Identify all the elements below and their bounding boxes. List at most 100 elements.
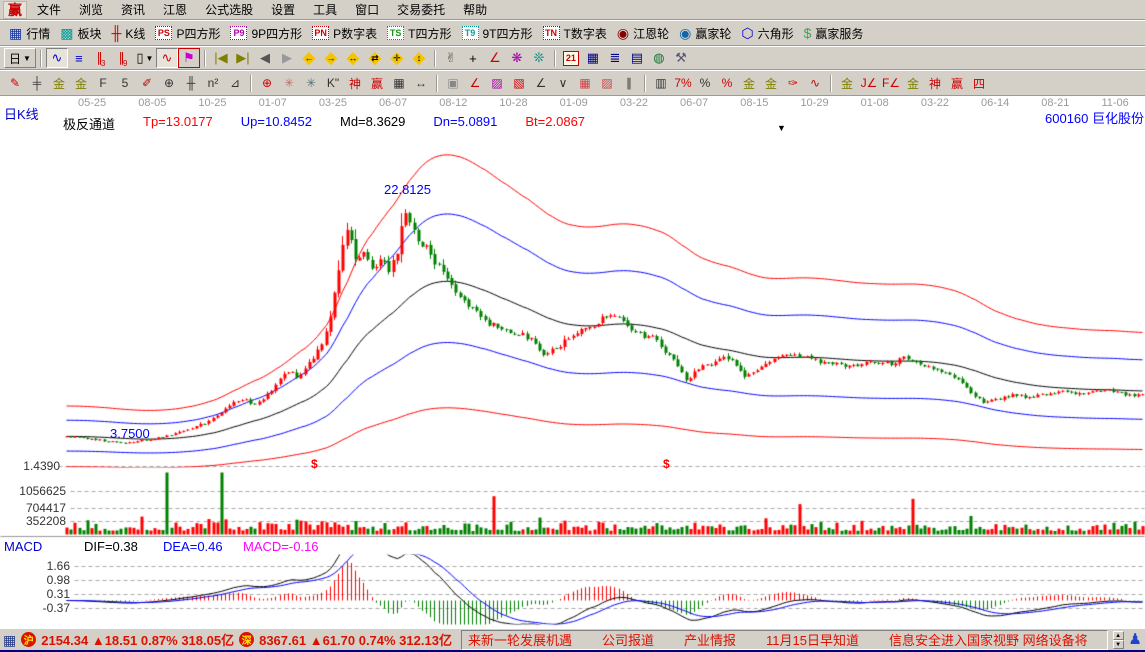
diamond-4way-button[interactable]: ◆✛ — [386, 48, 408, 68]
pen-ruler-tool[interactable]: ✐ — [136, 73, 158, 93]
circle-ruler-tool[interactable]: ⊕ — [158, 73, 180, 93]
menu-item-2[interactable]: 资讯 — [112, 0, 154, 19]
k-quote-tool[interactable]: K" — [322, 73, 344, 93]
f-fan-tool[interactable]: F∠ — [880, 73, 902, 93]
shanghai-index-icon[interactable]: 沪 — [21, 632, 36, 647]
gold-ruler-2-tool[interactable]: 金 — [70, 73, 92, 93]
shen-ruler-tool[interactable]: 神 — [344, 73, 366, 93]
t-number-table-button[interactable]: TNT数字表 — [538, 23, 612, 44]
diamond-vmove-button[interactable]: ◆↕ — [408, 48, 430, 68]
ruler-tool[interactable]: ╪ — [26, 73, 48, 93]
next-bar-button[interactable]: ▶ — [276, 48, 298, 68]
first-bar-button[interactable]: |◀ — [210, 48, 232, 68]
hexagon-button[interactable]: ⬡六角形 — [736, 23, 798, 44]
gold-line-tool[interactable]: 金 — [760, 73, 782, 93]
menu-item-9[interactable]: 帮助 — [454, 0, 496, 19]
t-square-button[interactable]: TST四方形 — [382, 23, 456, 44]
info-note-button[interactable]: ≡ — [68, 48, 90, 68]
v-dotted-tool[interactable]: ∨ — [552, 73, 574, 93]
9t-square-button[interactable]: T99T四方形 — [457, 23, 538, 44]
stock-code-name[interactable]: 600160 巨化股份 — [1045, 108, 1144, 127]
hand-tool-button[interactable]: ✌ — [440, 48, 462, 68]
pen-tool[interactable]: ✎ — [4, 73, 26, 93]
gold-ruler-1-tool[interactable]: 金 — [48, 73, 70, 93]
news-link-1[interactable]: 公司报道 — [602, 630, 654, 649]
square-box-tool[interactable]: ▣ — [442, 73, 464, 93]
menu-item-3[interactable]: 江恩 — [154, 0, 196, 19]
four-fan-tool[interactable]: 四 — [968, 73, 990, 93]
dark-web-tool[interactable]: ✳ — [300, 73, 322, 93]
j-fan-tool[interactable]: J∠ — [858, 73, 880, 93]
line-fan-tool[interactable]: ∠ — [530, 73, 552, 93]
mirror-angle-tool[interactable]: ⊿ — [224, 73, 246, 93]
angle-measure-button[interactable]: ∠ — [484, 48, 506, 68]
gold-circle-tool[interactable]: 金 — [738, 73, 760, 93]
menu-item-0[interactable]: 文件 — [28, 0, 70, 19]
brush-tool[interactable]: ✑ — [782, 73, 804, 93]
save-button[interactable]: ▤ — [626, 48, 648, 68]
red-fan-tool[interactable]: ∠ — [464, 73, 486, 93]
wave-red-tool[interactable]: ∿ — [804, 73, 826, 93]
purple-square-fan-tool[interactable]: ▨ — [486, 73, 508, 93]
flag-button[interactable]: ⚑ — [178, 48, 200, 68]
prev-bar-button[interactable]: ◀ — [254, 48, 276, 68]
five-ruler-tool[interactable]: 5 — [114, 73, 136, 93]
gold-fan-tool[interactable]: 金 — [902, 73, 924, 93]
red-grid-arrow-tool[interactable]: ▨ — [596, 73, 618, 93]
p-square-button[interactable]: PSP四方形 — [150, 23, 225, 44]
diamond-swap-button[interactable]: ◆⇄ — [364, 48, 386, 68]
menu-item-8[interactable]: 交易委托 — [388, 0, 454, 19]
shenzhen-index-icon[interactable]: 深 — [239, 632, 254, 647]
plain-ruler-tool[interactable]: ╫ — [180, 73, 202, 93]
crosshair-tool-button[interactable]: + — [462, 48, 484, 68]
browser-button[interactable]: ◍ — [648, 48, 670, 68]
bars-3-button[interactable]: ∥3 — [90, 48, 112, 68]
n2-ruler-tool[interactable]: n² — [202, 73, 224, 93]
parallel-lines-tool[interactable]: ∥ — [618, 73, 640, 93]
news-link-3[interactable]: 11月15日早知道 — [766, 630, 859, 649]
ticker-spinner[interactable]: ▲ ▼ — [1113, 631, 1124, 649]
last-bar-button[interactable]: ▶| — [232, 48, 254, 68]
gann-wheel-button[interactable]: ◉江恩轮 — [612, 23, 674, 44]
period-selector[interactable]: 日 ▼ — [4, 48, 36, 68]
target-circle-tool[interactable]: ⊕ — [256, 73, 278, 93]
percent-tool[interactable]: % — [694, 73, 716, 93]
trade-cart-button[interactable]: ⚒ — [670, 48, 692, 68]
winner-wheel-button[interactable]: ◉赢家轮 — [674, 23, 736, 44]
menu-item-4[interactable]: 公式选股 — [196, 0, 262, 19]
diamond-right-button[interactable]: ◆→ — [320, 48, 342, 68]
notes-button[interactable]: ≣ — [604, 48, 626, 68]
calculator-button[interactable]: ▦ — [582, 48, 604, 68]
column-chart-tool[interactable]: ▥ — [650, 73, 672, 93]
pct-line-red-tool[interactable]: 7% — [672, 73, 694, 93]
shen-fan-tool[interactable]: 神 — [924, 73, 946, 93]
news-link-4[interactable]: 信息安全进入国家视野 网络设备将 — [889, 630, 1088, 649]
menu-item-5[interactable]: 设置 — [262, 0, 304, 19]
menu-item-6[interactable]: 工具 — [304, 0, 346, 19]
menu-item-7[interactable]: 窗口 — [346, 0, 388, 19]
sectors-button[interactable]: ▩板块 — [55, 23, 106, 44]
red-grid-tool[interactable]: ▦ — [574, 73, 596, 93]
pattern-blue-button[interactable]: ∿ — [46, 48, 68, 68]
spin-up-icon[interactable]: ▲ — [1113, 631, 1124, 640]
quotes-grid-icon[interactable]: ▦ — [3, 633, 16, 647]
p-number-table-button[interactable]: PNP数字表 — [307, 23, 382, 44]
spin-down-icon[interactable]: ▼ — [1113, 640, 1124, 649]
calendar-button[interactable]: 21 — [560, 48, 582, 68]
grid-123-tool[interactable]: ▦ — [388, 73, 410, 93]
gold-underline-fan[interactable]: 金 — [836, 73, 858, 93]
diamond-hmove-button[interactable]: ◆↔ — [342, 48, 364, 68]
diamond-left-button[interactable]: ◆← — [298, 48, 320, 68]
quotes-button[interactable]: ▦行情 — [4, 23, 55, 44]
assistant-icon[interactable]: ♟ — [1129, 632, 1142, 647]
pattern-red-button[interactable]: ∿ — [156, 48, 178, 68]
candle-style-button[interactable]: ▯▼ — [134, 48, 156, 68]
red-web-tool[interactable]: ✳ — [278, 73, 300, 93]
news-link-2[interactable]: 产业情报 — [684, 630, 736, 649]
hrange-tool[interactable]: ↔ — [410, 73, 432, 93]
menu-item-1[interactable]: 浏览 — [70, 0, 112, 19]
winner-service-button[interactable]: $赢家服务 — [799, 23, 869, 44]
9p-square-button[interactable]: P99P四方形 — [225, 23, 307, 44]
win-ruler-tool[interactable]: 赢 — [366, 73, 388, 93]
news-link-0[interactable]: 来新一轮发展机遇 — [468, 630, 572, 649]
